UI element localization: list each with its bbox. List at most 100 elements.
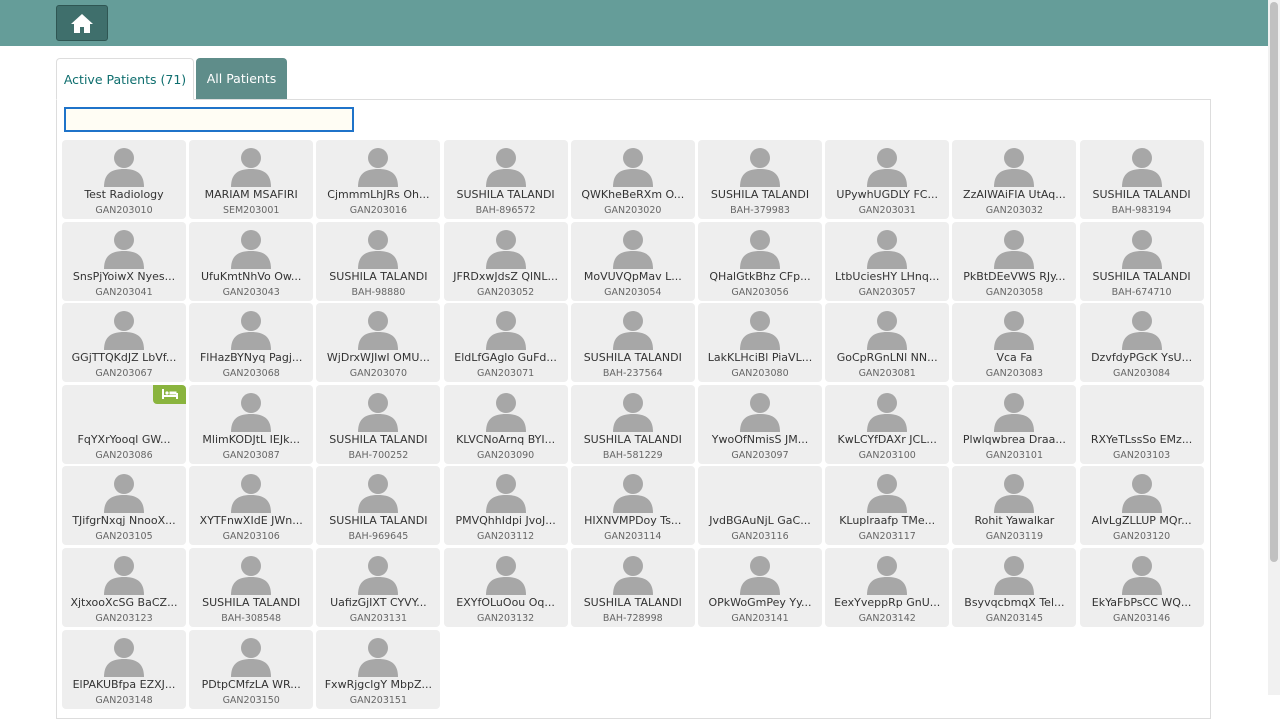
avatar-icon [865,145,909,187]
patient-card[interactable]: FqYXrYooql GW... GAN203086 [62,384,186,464]
patient-card[interactable]: SUSHILA TALANDI BAH-728998 [570,548,695,627]
avatar-icon [229,390,273,432]
patient-card[interactable]: SUSHILA TALANDI BAH-581229 [570,384,695,464]
patient-card[interactable]: TJifgrNxqj NnooX... GAN203105 [62,466,186,546]
patient-card[interactable]: FxwRjgclgY MbpZ... GAN203151 [316,629,441,709]
patient-card[interactable]: YwoOfNmisS JM... GAN203097 [698,384,822,464]
patient-card[interactable]: EkYaFbPsCC WQ... GAN203146 [1079,548,1204,627]
avatar-icon [1120,553,1164,595]
patient-name: GoCpRGnLNl NN... [836,351,938,365]
patient-card[interactable]: SUSHILA TALANDI BAH-700252 [316,384,441,464]
patient-card[interactable]: SnsPjYoiwX Nyes... GAN203041 [62,221,186,301]
patient-id: GAN203052 [476,286,535,298]
patient-name: EldLfGAglo GuFd... [454,351,557,365]
patient-card[interactable]: UfuKmtNhVo Ow... GAN203043 [189,221,314,301]
avatar-icon [1120,145,1164,187]
patient-name: SUSHILA TALANDI [583,351,682,365]
patient-card[interactable]: Test Radiology GAN203010 [62,140,186,219]
patient-card[interactable]: KLuplraafp TMe... GAN203117 [825,466,950,546]
avatar-icon [356,471,400,514]
patient-card[interactable]: BsyvqcbmqX Tel... GAN203145 [952,548,1077,627]
patient-card[interactable]: OPkWoGmPey Yy... GAN203141 [698,548,822,627]
patient-card[interactable]: QHalGtkBhz CFp... GAN203056 [698,221,822,301]
patient-name: TJifgrNxqj NnooX... [72,514,176,528]
patient-card[interactable]: RXYeTLssSo EMz... GAN203103 [1079,384,1204,464]
patient-card[interactable]: SUSHILA TALANDI BAH-969645 [316,466,441,546]
patient-id: BAH-674710 [1111,286,1172,298]
patient-id: GAN203151 [349,694,407,706]
patient-card[interactable]: SUSHILA TALANDI BAH-98880 [316,221,441,301]
patient-id: GAN203141 [731,613,789,624]
avatar-icon [738,390,782,432]
patient-card[interactable]: CjmmmLhJRs Oh... GAN203016 [316,140,441,219]
patient-card[interactable]: QWKheBeRXm O... GAN203020 [570,140,695,219]
top-bar [0,0,1268,46]
patient-card[interactable]: MoVUVQpMav L... GAN203054 [570,221,695,301]
tab-active-patients[interactable]: Active Patients (71) [56,58,194,100]
patient-id: GAN203100 [858,449,916,461]
patient-card[interactable]: EXYfOLuOou Oq... GAN203132 [443,548,568,627]
scrollbar-thumb[interactable] [1270,2,1278,562]
patient-card[interactable]: PkBtDEeVWS RJy... GAN203058 [952,221,1077,301]
patient-card[interactable]: HIXNVMPDoy Ts... GAN203114 [570,466,695,546]
tab-all-patients[interactable]: All Patients [196,58,287,99]
patient-card[interactable]: ElPAKUBfpa EZXJ... GAN203148 [62,629,186,709]
patient-name: XYTFnwXIdE JWn... [199,514,303,528]
patient-card[interactable]: WjDrxWJIwI OMU... GAN203070 [316,303,441,383]
patient-card[interactable]: EldLfGAglo GuFd... GAN203071 [443,303,568,383]
patient-card[interactable]: UPywhUGDLY FC... GAN203031 [825,140,950,219]
patient-card[interactable]: SUSHILA TALANDI BAH-308548 [189,548,314,627]
avatar-icon [102,145,146,187]
patient-id: GAN203016 [349,205,407,216]
home-button[interactable] [56,5,108,41]
patient-name: KwLCYfDAXr JCL... [837,432,937,446]
patient-id: GAN203058 [985,286,1043,298]
patient-card[interactable]: JvdBGAuNjL GaC... GAN203116 [698,466,822,546]
patient-name: Plwlqwbrea Draa... [962,432,1066,446]
patient-name: KLVCNoArnq BYI... [456,432,556,446]
patient-card[interactable]: SUSHILA TALANDI BAH-379983 [698,140,822,219]
patient-id: GAN203120 [1112,531,1171,543]
patient-card[interactable]: SUSHILA TALANDI BAH-983194 [1079,140,1204,219]
patient-name: SUSHILA TALANDI [329,514,428,528]
patient-card[interactable]: GoCpRGnLNl NN... GAN203081 [825,303,950,383]
patient-card[interactable]: PDtpCMfzLA WR... GAN203150 [189,629,314,709]
patient-card[interactable]: GGjTTQKdJZ LbVf... GAN203067 [62,303,186,383]
patient-card[interactable]: XYTFnwXIdE JWn... GAN203106 [189,466,314,546]
patient-card[interactable]: DzvfdyPGcK YsU... GAN203084 [1079,303,1204,383]
patient-card[interactable]: SUSHILA TALANDI BAH-674710 [1079,221,1204,301]
patient-card[interactable]: LtbUciesHY LHnq... GAN203057 [825,221,950,301]
page-scrollbar[interactable] [1268,0,1280,695]
patient-card[interactable]: KLVCNoArnq BYI... GAN203090 [443,384,568,464]
search-input[interactable] [64,107,354,132]
patient-id: GAN203101 [985,449,1043,461]
patient-card[interactable]: EexYveppRp GnU... GAN203142 [825,548,950,627]
patient-card[interactable]: ZzAIWAiFIA UtAq... GAN203032 [952,140,1077,219]
patient-id: GAN203032 [985,205,1043,216]
avatar-icon [229,553,273,595]
patient-card[interactable]: XjtxooXcSG BaCZ... GAN203123 [62,548,186,627]
patient-name: PMVQhhIdpi JvoJ... [455,514,556,528]
patient-id: BAH-237564 [602,368,663,380]
patient-card[interactable]: Vca Fa GAN203083 [952,303,1077,383]
patient-card[interactable]: AIvLgZLLUP MQr... GAN203120 [1079,466,1204,546]
avatar-icon [484,145,528,187]
patient-id: BAH-98880 [351,286,406,298]
patient-id: GAN203083 [985,368,1043,380]
patient-card[interactable]: JFRDxwJdsZ QlNL... GAN203052 [443,221,568,301]
patient-card[interactable]: Rohit Yawalkar GAN203119 [952,466,1077,546]
patient-card[interactable]: UafizGjIXT CYVY... GAN203131 [316,548,441,627]
patient-card[interactable]: LakKLHciBl PiaVL... GAN203080 [698,303,822,383]
patient-card[interactable]: SUSHILA TALANDI BAH-237564 [570,303,695,383]
patient-card[interactable]: FlHazBYNyq Pagj... GAN203068 [189,303,314,383]
patient-card[interactable]: Plwlqwbrea Draa... GAN203101 [952,384,1077,464]
patient-id: BAH-379983 [730,205,790,216]
patient-card[interactable]: SUSHILA TALANDI BAH-896572 [443,140,568,219]
patient-card[interactable]: PMVQhhIdpi JvoJ... GAN203112 [443,466,568,546]
patient-id: GAN203105 [95,531,153,543]
patient-card[interactable]: KwLCYfDAXr JCL... GAN203100 [825,384,950,464]
patient-name: SUSHILA TALANDI [1092,269,1191,283]
patient-card[interactable]: MARIAM MSAFIRI SEM203001 [189,140,314,219]
patient-card[interactable]: MlimKODJtL IEJk... GAN203087 [189,384,314,464]
patient-name: Test Radiology [84,188,164,201]
